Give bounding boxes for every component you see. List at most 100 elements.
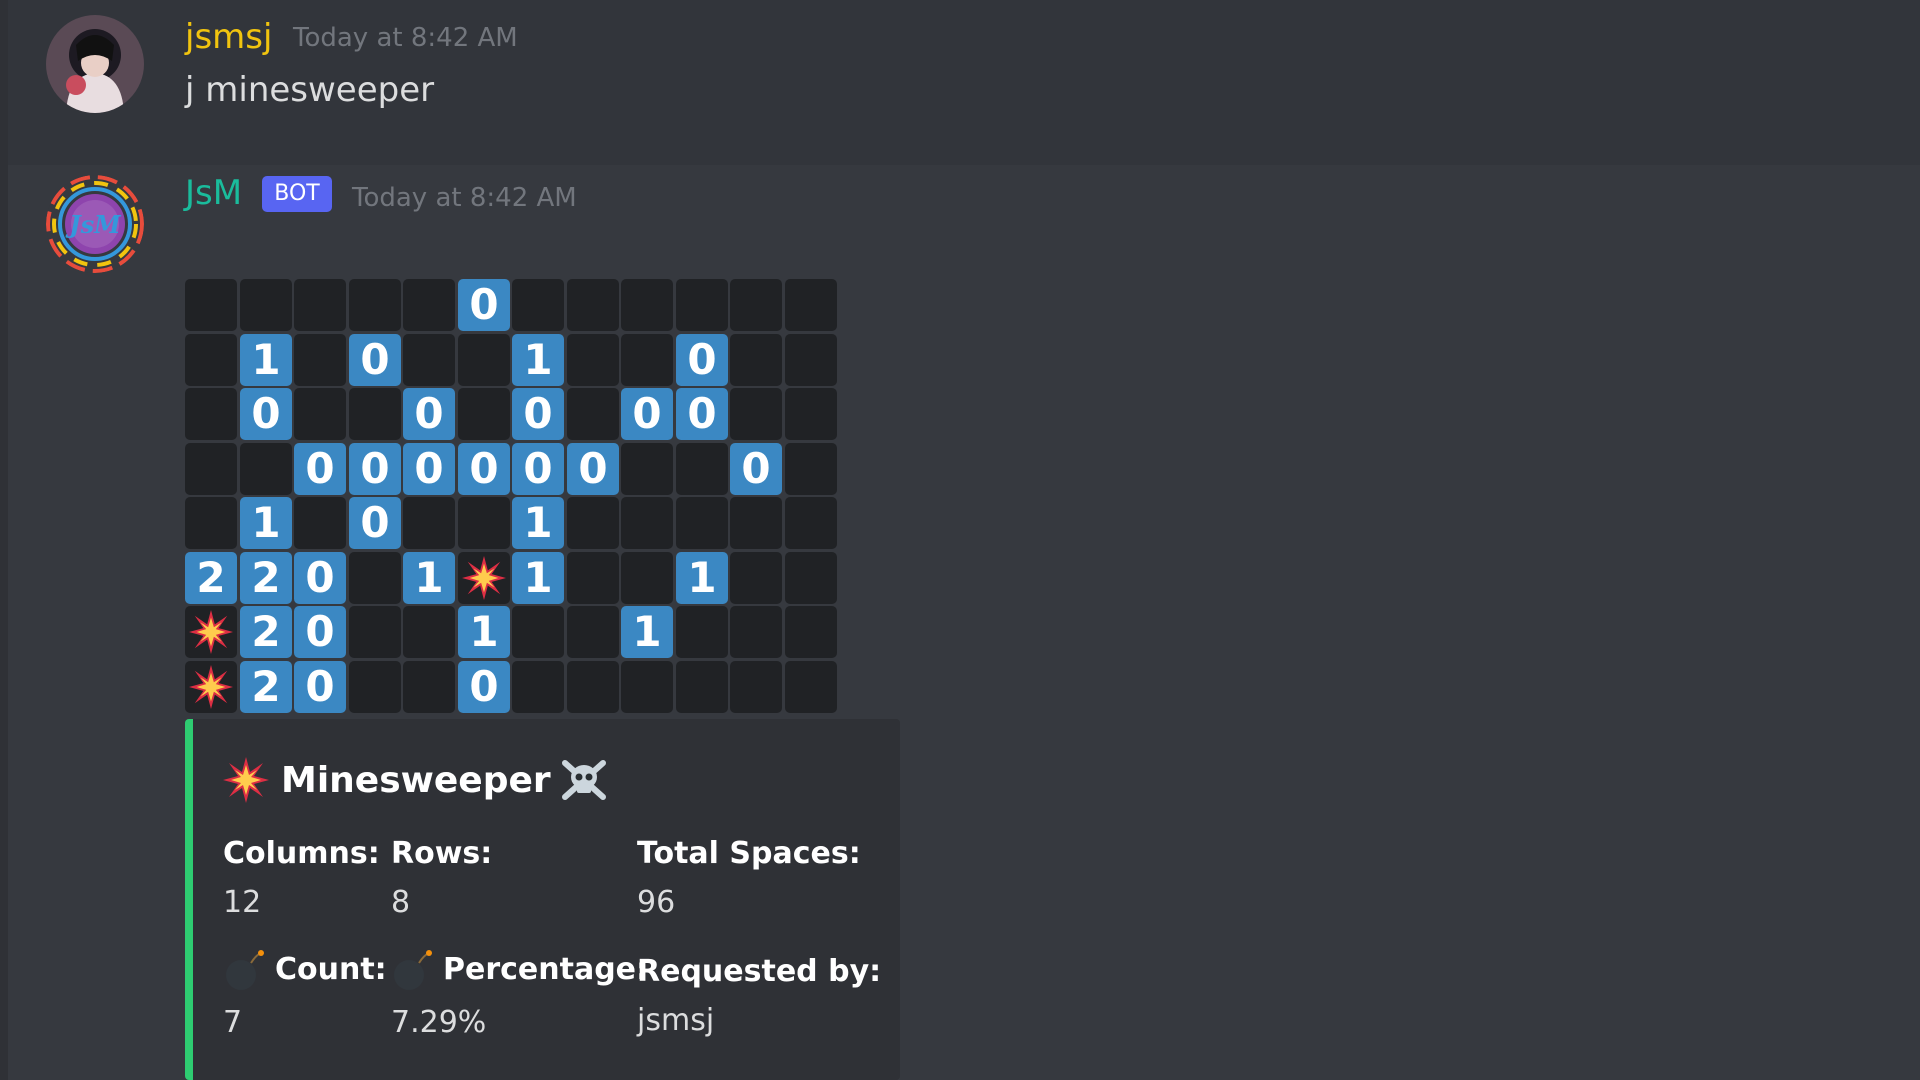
number-cell[interactable]: 1 <box>458 606 510 658</box>
hidden-cell[interactable] <box>567 497 619 549</box>
hidden-cell[interactable] <box>567 334 619 386</box>
hidden-cell[interactable] <box>512 279 564 331</box>
hidden-cell[interactable] <box>349 279 401 331</box>
hidden-cell[interactable] <box>403 497 455 549</box>
hidden-cell[interactable] <box>730 661 782 713</box>
avatar[interactable] <box>46 15 144 113</box>
mine-cell[interactable] <box>458 552 510 604</box>
hidden-cell[interactable] <box>730 497 782 549</box>
number-cell[interactable]: 2 <box>240 552 292 604</box>
message-bot[interactable]: JsM JsM BOT Today at 8:42 AM 01010000000… <box>8 165 1920 1080</box>
hidden-cell[interactable] <box>676 497 728 549</box>
hidden-cell[interactable] <box>676 279 728 331</box>
hidden-cell[interactable] <box>349 388 401 440</box>
hidden-cell[interactable] <box>730 334 782 386</box>
hidden-cell[interactable] <box>785 606 837 658</box>
hidden-cell[interactable] <box>240 443 292 495</box>
hidden-cell[interactable] <box>785 388 837 440</box>
hidden-cell[interactable] <box>567 606 619 658</box>
hidden-cell[interactable] <box>185 497 237 549</box>
number-cell[interactable]: 1 <box>676 552 728 604</box>
message-user[interactable]: jsmsj Today at 8:42 AM j minesweeper <box>8 0 1920 165</box>
hidden-cell[interactable] <box>785 497 837 549</box>
hidden-cell[interactable] <box>294 334 346 386</box>
hidden-cell[interactable] <box>349 606 401 658</box>
hidden-cell[interactable] <box>185 279 237 331</box>
number-cell[interactable]: 1 <box>240 334 292 386</box>
number-cell[interactable]: 0 <box>294 443 346 495</box>
hidden-cell[interactable] <box>567 388 619 440</box>
number-cell[interactable]: 0 <box>349 334 401 386</box>
hidden-cell[interactable] <box>621 661 673 713</box>
number-cell[interactable]: 1 <box>512 497 564 549</box>
hidden-cell[interactable] <box>567 552 619 604</box>
hidden-cell[interactable] <box>403 334 455 386</box>
number-cell[interactable]: 0 <box>294 606 346 658</box>
hidden-cell[interactable] <box>730 552 782 604</box>
hidden-cell[interactable] <box>730 388 782 440</box>
hidden-cell[interactable] <box>567 661 619 713</box>
hidden-cell[interactable] <box>621 552 673 604</box>
number-cell[interactable]: 0 <box>676 388 728 440</box>
hidden-cell[interactable] <box>185 334 237 386</box>
mine-cell[interactable] <box>185 661 237 713</box>
hidden-cell[interactable] <box>240 279 292 331</box>
number-cell[interactable]: 1 <box>512 552 564 604</box>
hidden-cell[interactable] <box>785 443 837 495</box>
number-cell[interactable]: 0 <box>403 443 455 495</box>
number-cell[interactable]: 0 <box>567 443 619 495</box>
hidden-cell[interactable] <box>185 388 237 440</box>
hidden-cell[interactable] <box>294 279 346 331</box>
hidden-cell[interactable] <box>185 443 237 495</box>
hidden-cell[interactable] <box>294 388 346 440</box>
hidden-cell[interactable] <box>676 443 728 495</box>
number-cell[interactable]: 0 <box>458 661 510 713</box>
hidden-cell[interactable] <box>785 661 837 713</box>
hidden-cell[interactable] <box>567 279 619 331</box>
number-cell[interactable]: 0 <box>512 443 564 495</box>
username[interactable]: jsmsj <box>185 17 272 57</box>
hidden-cell[interactable] <box>403 279 455 331</box>
hidden-cell[interactable] <box>730 606 782 658</box>
number-cell[interactable]: 0 <box>512 388 564 440</box>
number-cell[interactable]: 0 <box>240 388 292 440</box>
hidden-cell[interactable] <box>294 497 346 549</box>
number-cell[interactable]: 2 <box>240 661 292 713</box>
bot-avatar[interactable]: JsM <box>46 175 144 273</box>
number-cell[interactable]: 0 <box>458 279 510 331</box>
hidden-cell[interactable] <box>785 334 837 386</box>
mine-cell[interactable] <box>185 606 237 658</box>
number-cell[interactable]: 2 <box>185 552 237 604</box>
number-cell[interactable]: 0 <box>294 552 346 604</box>
username[interactable]: JsM <box>185 173 242 213</box>
hidden-cell[interactable] <box>458 334 510 386</box>
number-cell[interactable]: 1 <box>240 497 292 549</box>
number-cell[interactable]: 2 <box>240 606 292 658</box>
hidden-cell[interactable] <box>730 279 782 331</box>
number-cell[interactable]: 0 <box>676 334 728 386</box>
hidden-cell[interactable] <box>785 552 837 604</box>
number-cell[interactable]: 0 <box>349 443 401 495</box>
hidden-cell[interactable] <box>621 334 673 386</box>
number-cell[interactable]: 0 <box>403 388 455 440</box>
number-cell[interactable]: 0 <box>349 497 401 549</box>
number-cell[interactable]: 0 <box>621 388 673 440</box>
hidden-cell[interactable] <box>621 497 673 549</box>
hidden-cell[interactable] <box>349 552 401 604</box>
number-cell[interactable]: 0 <box>458 443 510 495</box>
number-cell[interactable]: 1 <box>403 552 455 604</box>
number-cell[interactable]: 0 <box>730 443 782 495</box>
hidden-cell[interactable] <box>621 279 673 331</box>
hidden-cell[interactable] <box>676 606 728 658</box>
number-cell[interactable]: 0 <box>294 661 346 713</box>
hidden-cell[interactable] <box>512 606 564 658</box>
number-cell[interactable]: 1 <box>512 334 564 386</box>
hidden-cell[interactable] <box>512 661 564 713</box>
hidden-cell[interactable] <box>676 661 728 713</box>
hidden-cell[interactable] <box>403 661 455 713</box>
hidden-cell[interactable] <box>458 497 510 549</box>
hidden-cell[interactable] <box>785 279 837 331</box>
number-cell[interactable]: 1 <box>621 606 673 658</box>
hidden-cell[interactable] <box>458 388 510 440</box>
hidden-cell[interactable] <box>403 606 455 658</box>
